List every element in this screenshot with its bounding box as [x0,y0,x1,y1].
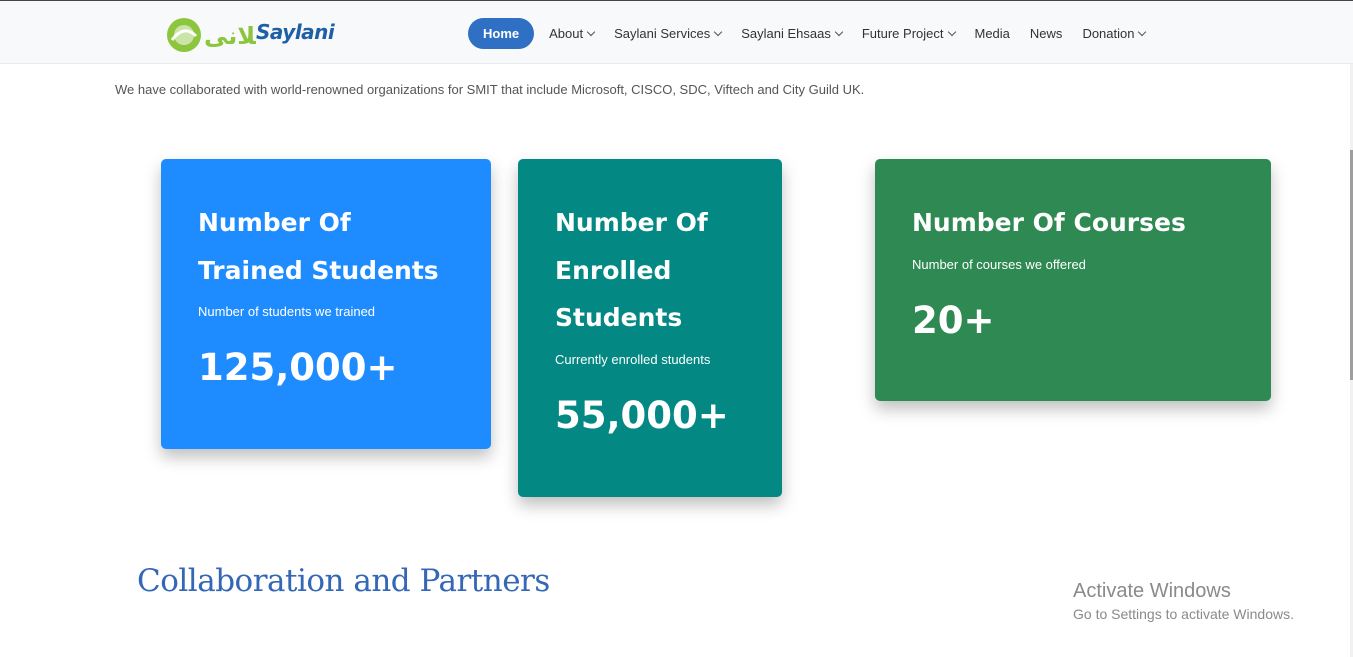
watermark-subtitle: Go to Settings to activate Windows. [1073,606,1294,622]
activate-windows-watermark: Activate Windows Go to Settings to activ… [1073,580,1294,622]
stat-card-value: 55,000+ [555,393,729,437]
nav-donation-label: Donation [1082,26,1135,41]
watermark-title: Activate Windows [1073,580,1231,602]
nav-media[interactable]: Media [965,18,1020,49]
logo-wordmark: Saylani [256,20,335,44]
nav-news[interactable]: News [1020,18,1073,49]
stat-card-value: 125,000+ [198,346,398,389]
logo-emblem-icon: سیلانی [167,18,289,52]
nav-saylani-ehsaas[interactable]: Saylani Ehsaas [731,18,852,49]
nav-future-project[interactable]: Future Project [852,18,965,49]
chevron-down-icon [1138,27,1147,37]
nav-future-project-label: Future Project [861,26,944,41]
stat-card-title: Number Of Trained Students [198,208,439,285]
stat-card-title: Number Of Enrolled Students [555,208,708,332]
stat-card-value: 20+ [912,298,995,342]
chevron-down-icon [947,27,956,37]
nav-home[interactable]: Home [468,18,535,49]
stat-card-trained-students: Number Of Trained Students Number of stu… [161,159,491,449]
nav-saylani-ehsaas-label: Saylani Ehsaas [741,26,831,41]
nav-about[interactable]: About [539,18,604,49]
nav-saylani-services[interactable]: Saylani Services [604,18,731,49]
stat-card-title: Number Of Courses [912,208,1186,237]
stat-card-subtitle: Number of students we trained [198,304,376,319]
stat-card-subtitle: Currently enrolled students [555,351,711,367]
nav-home-label: Home [483,26,520,41]
stat-card-courses: Number Of Courses Number of courses we o… [875,159,1271,401]
intro-text: We have collaborated with world-renowned… [115,82,865,97]
nav-donation[interactable]: Donation [1072,18,1155,49]
stat-card-enrolled-students: Number Of Enrolled Students Currently en… [518,159,782,497]
chevron-down-icon [834,27,844,37]
main-nav: Home About Saylani Services Saylani Ehsa… [468,18,1155,49]
chevron-down-icon [586,27,596,37]
section-title-collaboration: Collaboration and Partners [137,563,550,599]
page: سیلانی Saylani Home About Saylani Servic… [0,0,1353,657]
svg-text:سیلانی: سیلانی [204,22,256,50]
nav-saylani-services-label: Saylani Services [614,26,711,41]
nav-about-label: About [549,26,584,41]
saylani-logo[interactable]: سیلانی Saylani [166,14,335,56]
nav-media-label: Media [974,26,1010,41]
site-header: سیلانی Saylani Home About Saylani Servic… [0,0,1353,64]
chevron-down-icon [713,27,723,37]
stat-card-subtitle: Number of courses we offered [912,256,1086,272]
nav-news-label: News [1029,26,1063,41]
